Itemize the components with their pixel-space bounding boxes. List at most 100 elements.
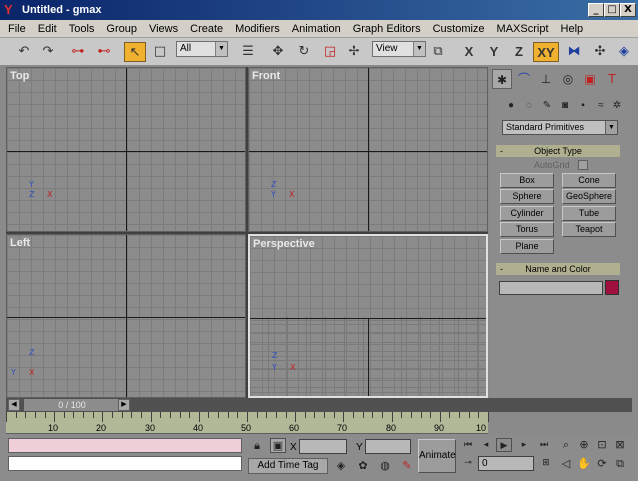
menu-group[interactable]: Group (106, 23, 137, 35)
time-slider[interactable]: ◀ 0 / 100 ▶ (6, 398, 632, 412)
modify-icon[interactable]: ⌒ (514, 69, 534, 89)
select-icon[interactable]: ↖ (124, 42, 146, 62)
viewport-perspective[interactable]: Perspective Z Y X (248, 234, 488, 398)
primitive-type-dropdown[interactable]: Standard Primitives ▼ (502, 120, 618, 135)
current-frame-input[interactable]: 0 (478, 456, 534, 471)
cylinder-button[interactable]: Cylinder (500, 206, 554, 221)
frame-counter[interactable]: 0 / 100 (24, 399, 120, 411)
menu-animation[interactable]: Animation (292, 23, 341, 35)
arc-rotate-icon[interactable]: ⟳ (594, 456, 610, 472)
absolute-mode-icon[interactable]: ▣ (270, 438, 286, 453)
mirror-icon[interactable]: ⧓ (564, 42, 584, 62)
play-icon[interactable]: ▶ (496, 438, 512, 452)
minimize-button[interactable]: _ (588, 3, 604, 17)
goto-end-icon[interactable]: ⏭ (536, 438, 552, 452)
render-scene-icon[interactable]: ◈ (334, 459, 348, 472)
pan-icon[interactable]: ✋ (576, 456, 592, 472)
maxscript-listener-output[interactable] (8, 438, 242, 453)
axis-x-button[interactable]: X (458, 42, 480, 62)
cone-button[interactable]: Cone (562, 173, 616, 188)
menu-views[interactable]: Views (149, 23, 178, 35)
shapes-icon[interactable]: ◌ (520, 97, 538, 115)
min-max-toggle-icon[interactable]: ⧉ (612, 456, 628, 472)
axis-xy-button[interactable]: XY (533, 42, 559, 62)
menu-maxscript[interactable]: MAXScript (497, 23, 549, 35)
time-next-arrow[interactable]: ▶ (118, 399, 130, 411)
viewport-front[interactable]: Front Z Y X (248, 67, 488, 232)
motion-icon[interactable]: ◎ (558, 69, 578, 89)
animate-button[interactable]: Animate (418, 439, 456, 473)
scale-icon[interactable]: ◲ (320, 42, 340, 62)
utilities-icon[interactable]: T (602, 69, 622, 89)
menu-create[interactable]: Create (190, 23, 223, 35)
display-icon[interactable]: ▣ (580, 69, 600, 89)
reference-coord-dropdown[interactable]: View ▼ (372, 41, 426, 57)
add-time-tag-button[interactable]: Add Time Tag (248, 458, 328, 474)
zoom-icon[interactable]: ⌕ (558, 437, 574, 453)
viewport-top[interactable]: Top Y Z X (6, 67, 246, 232)
zoom-extents-all-icon[interactable]: ⊠ (612, 437, 628, 453)
menu-customize[interactable]: Customize (433, 23, 485, 35)
quick-render-icon[interactable]: ✿ (356, 459, 370, 472)
menu-help[interactable]: Help (561, 23, 584, 35)
object-name-input[interactable] (499, 281, 603, 295)
goto-start-icon[interactable]: ⏮ (460, 438, 476, 452)
teapot-button[interactable]: Teapot (562, 222, 616, 237)
time-prev-arrow[interactable]: ◀ (8, 399, 20, 411)
track-ruler[interactable]: 10 20 30 40 50 60 70 80 90 10 (6, 412, 489, 434)
rect-region-icon[interactable]: □ (150, 42, 170, 62)
material-editor-icon[interactable]: ◍ (378, 459, 392, 472)
axis-z-button[interactable]: Z (508, 42, 530, 62)
viewport-left[interactable]: Left Z Y X (6, 234, 246, 398)
menu-modifiers[interactable]: Modifiers (235, 23, 280, 35)
key-mode-icon[interactable]: ⊸ (460, 456, 476, 470)
plane-button[interactable]: Plane (500, 239, 554, 254)
undo-icon[interactable]: ↶ (14, 42, 34, 62)
move-icon[interactable]: ✥ (268, 42, 288, 62)
menu-graph-editors[interactable]: Graph Editors (353, 23, 421, 35)
menu-edit[interactable]: Edit (38, 23, 57, 35)
fov-icon[interactable]: ◁ (558, 456, 574, 472)
snap-icon[interactable]: ✢ (344, 42, 364, 62)
hierarchy-icon[interactable]: ⊥ (536, 69, 556, 89)
array-icon[interactable]: ◈ (614, 42, 634, 62)
box-button[interactable]: Box (500, 173, 554, 188)
geosphere-button[interactable]: GeoSphere (562, 189, 616, 204)
y-coord-input[interactable] (365, 439, 411, 454)
zoom-extents-icon[interactable]: ⊡ (594, 437, 610, 453)
menu-tools[interactable]: Tools (69, 23, 95, 35)
named-selection-icon[interactable]: ⧉ (428, 42, 448, 62)
close-button[interactable]: X (620, 3, 636, 17)
redo-icon[interactable]: ↷ (38, 42, 58, 62)
selection-filter-dropdown[interactable]: All ▼ (176, 41, 228, 57)
zoom-all-icon[interactable]: ⊕ (576, 437, 592, 453)
torus-button[interactable]: Torus (500, 222, 554, 237)
maxscript-listener-input[interactable] (8, 456, 242, 471)
time-config-icon[interactable]: ⊞ (538, 456, 554, 470)
tube-button[interactable]: Tube (562, 206, 616, 221)
select-by-name-icon[interactable]: ☰ (238, 42, 258, 62)
axis-y-button[interactable]: Y (483, 42, 505, 62)
prev-frame-icon[interactable]: ◂ (478, 438, 494, 452)
object-color-swatch[interactable] (605, 280, 619, 295)
helpers-icon[interactable]: ▪ (574, 97, 592, 115)
create-icon[interactable]: ✱ (492, 69, 512, 89)
x-coord-input[interactable] (299, 439, 347, 454)
key-filter-icon[interactable]: ✎ (400, 459, 414, 472)
lock-selection-icon[interactable]: 🔒︎ (250, 439, 264, 453)
object-type-rollout-header[interactable]: - Object Type (496, 145, 620, 157)
cameras-icon[interactable]: ◙ (556, 97, 574, 115)
unlink-icon[interactable]: ⊷ (94, 42, 114, 62)
systems-icon[interactable]: ✲ (608, 97, 626, 115)
sphere-button[interactable]: Sphere (500, 189, 554, 204)
next-frame-icon[interactable]: ▸ (516, 438, 532, 452)
autogrid-checkbox[interactable] (578, 160, 588, 170)
rotate-icon[interactable]: ↻ (294, 42, 314, 62)
geometry-icon[interactable]: ● (502, 97, 520, 115)
link-icon[interactable]: ⊶ (68, 42, 88, 62)
name-color-rollout-header[interactable]: - Name and Color (496, 263, 620, 275)
lights-icon[interactable]: ✎ (538, 97, 556, 115)
align-icon[interactable]: ✣ (590, 42, 610, 62)
maximize-button[interactable]: □ (604, 3, 620, 17)
menu-file[interactable]: File (8, 23, 26, 35)
